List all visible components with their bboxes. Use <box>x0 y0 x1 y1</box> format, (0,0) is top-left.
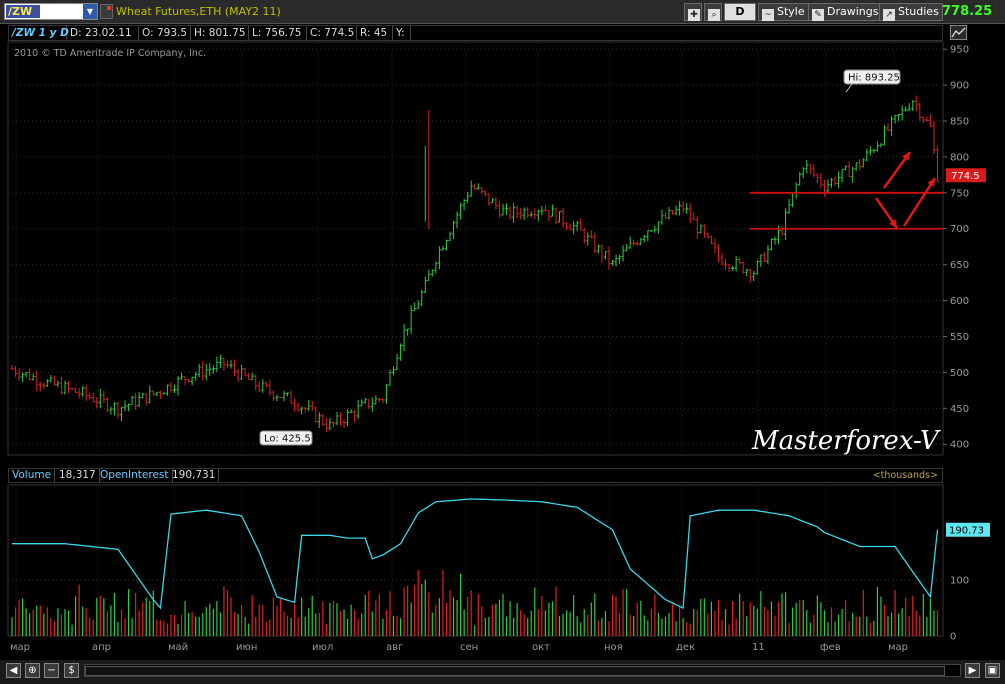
volume-tick-label: 100 <box>950 576 969 587</box>
low-label: Lo: 425.5 <box>264 434 311 445</box>
y-tick-label: 900 <box>950 81 969 92</box>
rebound-arrow <box>902 177 937 227</box>
x-tick-label: 11 <box>752 642 765 653</box>
y-tick-label: 450 <box>950 404 969 415</box>
x-tick-label: авг <box>386 642 403 653</box>
current-price-tag: 774.5 <box>951 171 980 182</box>
y-tick-label: 550 <box>950 332 969 343</box>
bottom-nav: ◀ ⊕ − $ ▶ ▣ <box>0 660 1005 684</box>
chart-grid <box>7 41 944 637</box>
x-tick-label: апр <box>92 642 111 653</box>
y-tick-label: 400 <box>950 440 969 451</box>
x-tick-label: окт <box>532 642 550 653</box>
x-tick-label: фев <box>820 642 841 653</box>
x-tick-label: май <box>168 642 188 653</box>
price-pane-frame <box>7 41 944 456</box>
y-tick-label: 800 <box>950 152 969 163</box>
x-tick-label: ноя <box>604 642 623 653</box>
expand-button[interactable]: ▣ <box>985 663 1000 678</box>
x-tick-label: дек <box>676 642 695 653</box>
units-label: <thousands> <box>872 470 938 481</box>
volume-bars <box>11 570 939 636</box>
y-tick-label: 600 <box>950 296 969 307</box>
oi-label[interactable]: OpenInterest <box>97 469 173 482</box>
annotations: Hi: 893.25 Lo: 425.5 774.5 190.73 <box>259 69 990 537</box>
dollar-icon[interactable]: $ <box>64 663 79 678</box>
open-interest-line <box>12 498 939 610</box>
x-tick-label: сен <box>460 642 478 653</box>
high-label: Hi: 893.25 <box>848 73 900 84</box>
volume-label[interactable]: Volume <box>9 469 56 482</box>
axis-labels: мар апр май июн июл авг сен окт ноя дек 11 фев мар 40… <box>10 45 969 653</box>
y-tick-label: 850 <box>950 117 969 128</box>
zoom-out-button[interactable]: − <box>44 663 59 678</box>
volume-value: 18,317 <box>56 469 100 482</box>
y-tick-label: 950 <box>950 45 969 56</box>
x-tick-label: июн <box>236 642 257 653</box>
y-tick-label: 650 <box>950 260 969 271</box>
y-tick-label: 700 <box>950 224 969 235</box>
y-tick-label: 500 <box>950 368 969 379</box>
x-tick-label: мар <box>888 642 908 653</box>
y-tick-label: 750 <box>950 188 969 199</box>
open-interest-series <box>12 498 939 610</box>
volume-info-bar: Volume 18,317 OpenInterest 190,731 <thou… <box>8 468 943 483</box>
scroll-left-button[interactable]: ◀ <box>6 663 21 678</box>
x-tick-label: мар <box>10 642 30 653</box>
scrollbar-thumb[interactable] <box>85 666 945 676</box>
time-scrollbar[interactable] <box>84 664 961 677</box>
volume-tick-label: 0 <box>950 632 956 643</box>
scroll-right-button[interactable]: ▶ <box>965 663 980 678</box>
oi-tag: 190.73 <box>949 526 984 537</box>
cursor-icon[interactable]: ⊕ <box>25 663 40 678</box>
oi-value: 190,731 <box>169 469 220 482</box>
x-tick-label: июл <box>312 642 333 653</box>
candles <box>10 95 939 433</box>
watermark-text: Masterforex-V <box>751 426 941 456</box>
copyright-text: 2010 © TD Ameritrade IP Company, Inc. <box>14 48 206 59</box>
price-chart[interactable]: мар апр май июн июл авг сен окт ноя дек 11 фев мар 40… <box>0 0 1005 660</box>
